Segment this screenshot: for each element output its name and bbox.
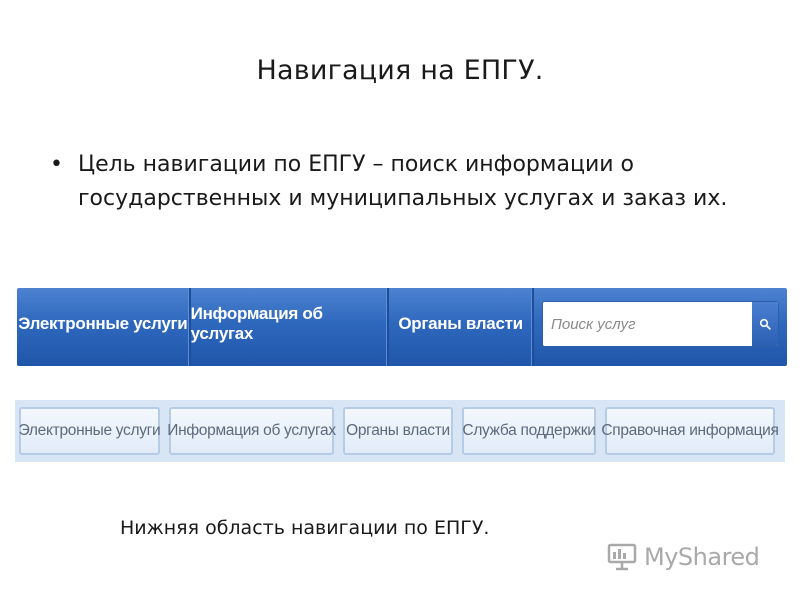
bottom-nav-item-reference-info[interactable]: Справочная информация — [601, 407, 779, 455]
bullet-point: • Цель навигации по ЕПГУ – поиск информа… — [50, 148, 770, 216]
bottom-nav-item-support[interactable]: Служба поддержки — [462, 407, 596, 455]
bottom-nav-item-authorities[interactable]: Органы власти — [343, 407, 453, 455]
top-nav-item-authorities[interactable]: Органы власти — [389, 288, 534, 366]
bottom-nav-item-electronic-services[interactable]: Электронные услуги — [19, 407, 161, 455]
top-nav-item-electronic-services[interactable]: Электронные услуги — [17, 288, 191, 366]
search-box — [542, 301, 779, 347]
search-button[interactable] — [752, 302, 778, 346]
caption: Нижняя область навигации по ЕПГУ. — [120, 517, 490, 539]
bullet-dot: • — [50, 152, 63, 177]
top-nav-item-service-info[interactable]: Информация об услугах — [191, 288, 390, 366]
search-input[interactable] — [543, 302, 752, 346]
top-navigation-bar: Электронные услуги Информация об услугах… — [17, 288, 787, 366]
watermark: MyShared — [606, 538, 760, 576]
bullet-text: Цель навигации по ЕПГУ – поиск информаци… — [78, 152, 728, 211]
presentation-board-icon — [606, 538, 640, 576]
watermark-text: MyShared — [644, 543, 760, 571]
search-area — [534, 288, 787, 366]
bottom-nav-item-service-info[interactable]: Информация об услугах — [167, 407, 336, 455]
search-icon — [759, 315, 771, 334]
slide-title: Навигация на ЕПГУ. — [256, 55, 544, 86]
bottom-navigation-bar: Электронные услуги Информация об услугах… — [15, 400, 785, 462]
